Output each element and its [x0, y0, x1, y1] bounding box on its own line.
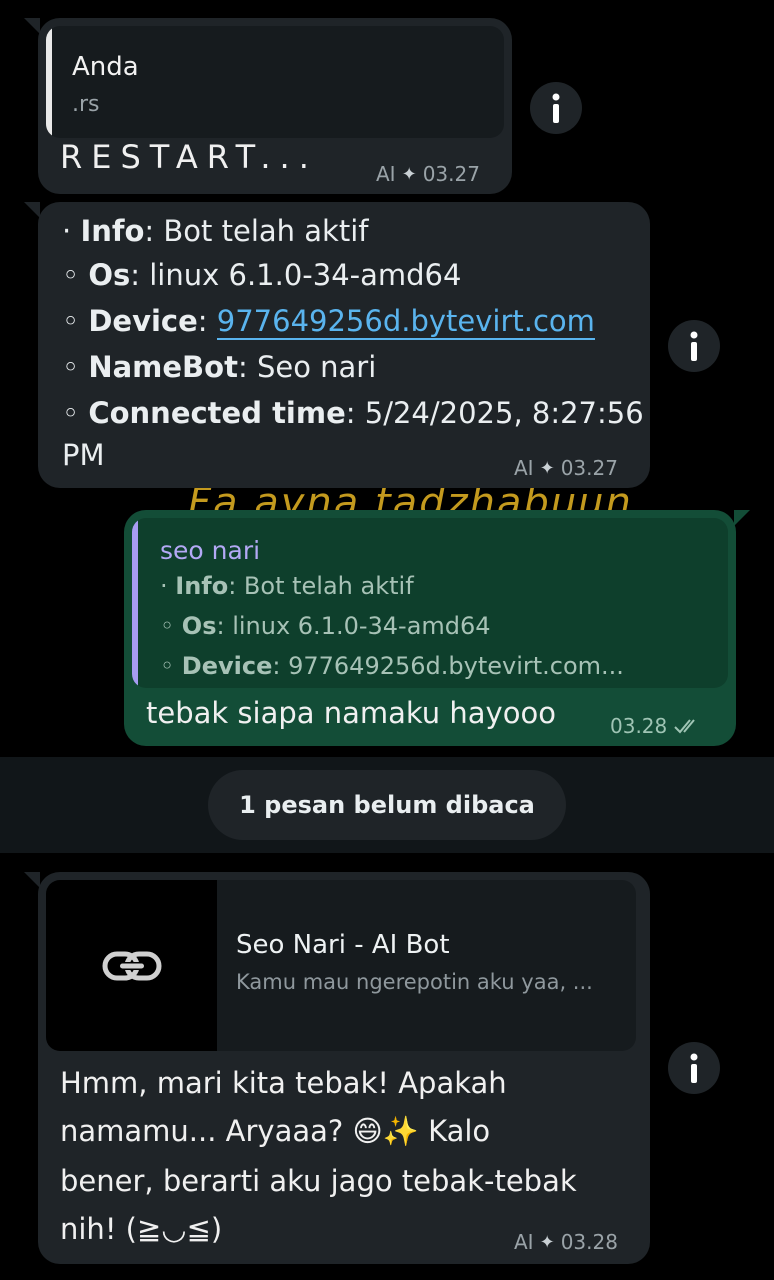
connected-key: Connected time — [88, 396, 346, 430]
quote-author: seo nari — [160, 536, 261, 565]
quote-info-value: : Bot telah aktif — [228, 572, 414, 600]
message-time: 03.28 — [560, 1230, 618, 1254]
message-meta: AI ✦ 03.27 — [376, 162, 480, 186]
os-line: ◦ Os: linux 6.1.0-34-amd64 — [62, 258, 462, 292]
message-text-part: Kalo — [418, 1114, 491, 1148]
quote-device-value: : 977649256d.bytevirt.com... — [272, 652, 624, 680]
info-value: : Bot telah aktif — [144, 214, 369, 248]
message-text-part: namamu... Aryaaa? — [60, 1114, 353, 1148]
quoted-message[interactable]: Anda .rs — [46, 26, 504, 138]
info-icon — [552, 93, 560, 123]
link-icon — [102, 951, 161, 980]
grin-emoji-icon: 😄 — [352, 1114, 383, 1148]
device-key: Device — [88, 304, 198, 338]
message-text-line: nih! (≧◡≦) — [60, 1212, 223, 1246]
quote-info-key: Info — [175, 572, 229, 600]
message-text-line: bener, berarti aku jago tebak-tebak — [60, 1164, 577, 1198]
namebot-value: : Seo nari — [237, 350, 377, 384]
quote-text: .rs — [72, 92, 100, 117]
device-link[interactable]: 977649256d.bytevirt.com — [216, 304, 595, 340]
namebot-key: NameBot — [88, 350, 238, 384]
connected-line: ◦ Connected time: 5/24/2025, 8:27:56 — [62, 396, 644, 430]
quote-bar — [132, 518, 138, 688]
quote-author: Anda — [72, 52, 139, 82]
message-meta: AI ✦ 03.27 — [514, 456, 618, 480]
message-text-line: Hmm, mari kita tebak! Apakah — [60, 1066, 507, 1100]
link-preview-title: Seo Nari - AI Bot — [236, 930, 450, 960]
message-time: 03.28 — [610, 714, 668, 738]
double-check-icon — [674, 719, 696, 734]
link-preview-desc: Kamu mau ngerepotin aku yaa, ... — [236, 970, 593, 994]
info-line: · Info: Bot telah aktif — [62, 214, 369, 248]
namebot-line: ◦ NameBot: Seo nari — [62, 350, 377, 384]
unread-badge: 1 pesan belum dibaca — [208, 770, 566, 840]
quote-os-value: : linux 6.1.0-34-amd64 — [216, 612, 491, 640]
quote-info-line: · Info: Bot telah aktif — [160, 572, 414, 600]
sparkle-icon: ✦ — [539, 1231, 555, 1253]
info-icon — [690, 331, 698, 361]
ai-label: AI — [376, 162, 396, 186]
quote-os-line: ◦ Os: linux 6.1.0-34-amd64 — [160, 612, 491, 640]
quoted-message[interactable]: seo nari · Info: Bot telah aktif ◦ Os: l… — [132, 518, 728, 688]
info-button[interactable] — [668, 320, 720, 372]
info-icon — [690, 1053, 698, 1083]
sparkle-icon: ✦ — [539, 457, 555, 479]
quote-device-line: ◦ Device: 977649256d.bytevirt.com... — [160, 652, 624, 680]
message-bubble-outgoing[interactable]: seo nari · Info: Bot telah aktif ◦ Os: l… — [124, 510, 750, 746]
quote-device-key: Device — [181, 652, 273, 680]
message-meta: 03.28 — [610, 714, 703, 738]
device-line: ◦ Device: 977649256d.bytevirt.com — [62, 304, 595, 340]
message-time: 03.27 — [422, 162, 480, 186]
info-key: Info — [80, 214, 145, 248]
message-time: 03.27 — [560, 456, 618, 480]
sparkles-emoji-icon: ✨ — [382, 1114, 419, 1148]
connected-value: : 5/24/2025, 8:27:56 — [345, 396, 644, 430]
ai-label: AI — [514, 1230, 534, 1254]
message-text: tebak siapa namaku hayooo — [146, 696, 556, 730]
os-key: Os — [88, 258, 131, 292]
message-meta: AI ✦ 03.28 — [514, 1230, 618, 1254]
os-value: : linux 6.1.0-34-amd64 — [130, 258, 462, 292]
sparkle-icon: ✦ — [401, 163, 417, 185]
connected-line-cont: PM — [62, 438, 105, 472]
message-text: RESTART... — [60, 138, 318, 176]
message-text-line: namamu... Aryaaa? 😄✨ Kalo — [60, 1114, 490, 1149]
quote-os-key: Os — [181, 612, 217, 640]
ai-label: AI — [514, 456, 534, 480]
quote-bar — [46, 26, 52, 138]
message-bubble-bot-info[interactable]: · Info: Bot telah aktif ◦ Os: linux 6.1.… — [24, 202, 650, 488]
message-bubble-restart[interactable]: Anda .rs RESTART... AI ✦ 03.27 — [24, 18, 512, 194]
info-button[interactable] — [530, 82, 582, 134]
link-preview-thumbnail — [46, 880, 217, 1051]
info-button[interactable] — [668, 1042, 720, 1094]
